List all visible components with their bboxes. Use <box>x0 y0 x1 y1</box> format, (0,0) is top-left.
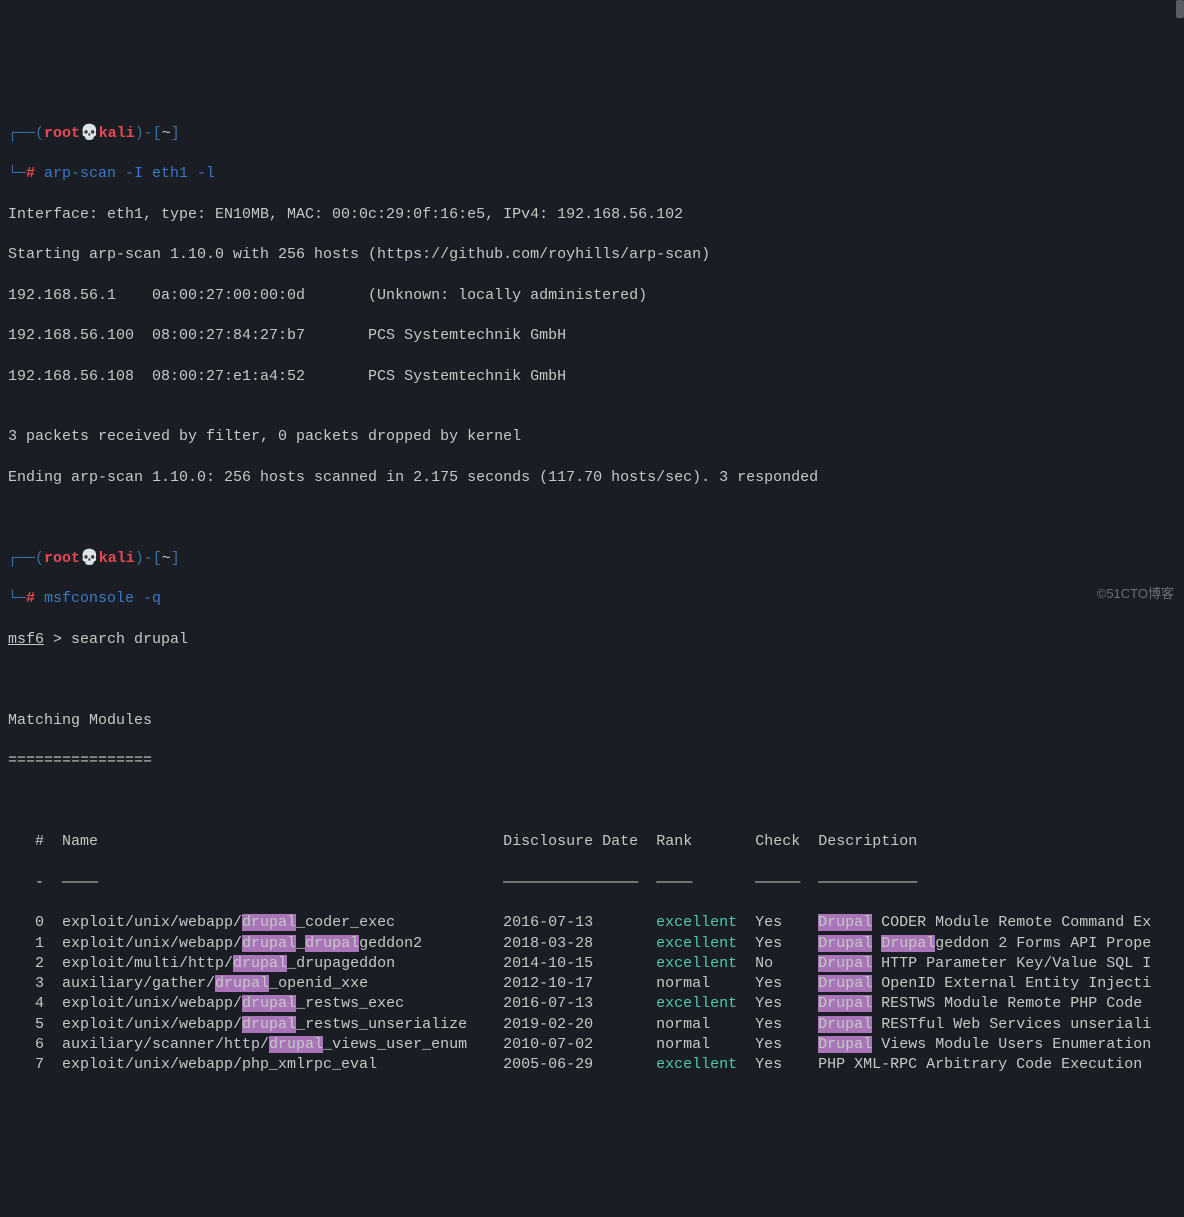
rank-value: excellent <box>656 1056 737 1073</box>
watermark: ©51CTO博客 <box>1097 585 1174 603</box>
table-row[interactable]: 1 exploit/unix/webapp/drupal_drupalgeddo… <box>8 934 1176 954</box>
table-header: # Name Disclosure Date Rank Check Descri… <box>8 832 1176 852</box>
msf-prompt: msf6 > search drupal <box>8 630 1176 650</box>
rank-value: normal <box>656 1016 710 1033</box>
col-check: Check <box>755 833 800 850</box>
match-highlight: drupal <box>269 1036 323 1053</box>
match-highlight: drupal <box>242 935 296 952</box>
col-date: Disclosure Date <box>503 833 638 850</box>
skull-icon: 💀 <box>80 125 99 142</box>
match-highlight: drupal <box>242 1016 296 1033</box>
prompt-user: root <box>44 125 80 142</box>
msf-command[interactable]: search drupal <box>71 631 188 648</box>
matching-underline: ================ <box>8 751 1176 771</box>
match-highlight: Drupal <box>818 975 872 992</box>
msf-gt: > <box>44 631 71 648</box>
prompt-line-4: └─# msfconsole -q <box>8 589 1176 609</box>
prompt-close3: )-[ <box>135 550 162 567</box>
matching-title: Matching Modules <box>8 711 1176 731</box>
match-highlight: drupal <box>215 975 269 992</box>
prompt-bracket: ] <box>171 125 180 142</box>
prompt-bracket2: ] <box>171 550 180 567</box>
ul-name: ———— <box>62 874 98 891</box>
match-highlight: Drupal <box>818 995 872 1012</box>
match-highlight: drupal <box>242 914 296 931</box>
table-underline: - ———— ——————————————— ———— ————— ——————… <box>8 873 1176 893</box>
match-highlight: Drupal <box>818 1036 872 1053</box>
rank-value: excellent <box>656 935 737 952</box>
ul-num: - <box>35 874 44 891</box>
table-row[interactable]: 4 exploit/unix/webapp/drupal_restws_exec… <box>8 994 1176 1014</box>
table-row[interactable]: 5 exploit/unix/webapp/drupal_restws_unse… <box>8 1015 1176 1035</box>
table-row[interactable]: 0 exploit/unix/webapp/drupal_coder_exec … <box>8 913 1176 933</box>
table-row[interactable]: 2 exploit/multi/http/drupal_drupageddon … <box>8 954 1176 974</box>
rank-value: normal <box>656 975 710 992</box>
prompt-corner3: ┌──( <box>8 550 44 567</box>
prompt-close: )-[ <box>135 125 162 142</box>
rank-value: excellent <box>656 995 737 1012</box>
command-msfconsole[interactable]: msfconsole -q <box>35 590 161 607</box>
arp-output-5: 192.168.56.108 08:00:27:e1:a4:52 PCS Sys… <box>8 367 1176 387</box>
match-highlight: Drupal <box>818 935 872 952</box>
skull-icon2: 💀 <box>80 550 99 567</box>
match-highlight: Drupal <box>818 955 872 972</box>
col-desc: Description <box>818 833 917 850</box>
blank-2 <box>8 670 1176 690</box>
table-row[interactable]: 3 auxiliary/gather/drupal_openid_xxe 201… <box>8 974 1176 994</box>
command-arpscan[interactable]: arp-scan -I eth1 -l <box>35 165 215 182</box>
prompt-line-1: ┌──(root💀kali)-[~] <box>8 124 1176 144</box>
prompt-corner: ┌──( <box>8 125 44 142</box>
col-name: Name <box>62 833 98 850</box>
prompt-path: ~ <box>162 125 171 142</box>
ul-rank: ———— <box>656 874 692 891</box>
ul-desc: ——————————— <box>818 874 917 891</box>
blank-1 <box>8 508 1176 528</box>
arp-output-2: Starting arp-scan 1.10.0 with 256 hosts … <box>8 245 1176 265</box>
arp-output-4: 192.168.56.100 08:00:27:84:27:b7 PCS Sys… <box>8 326 1176 346</box>
match-highlight: drupal <box>233 955 287 972</box>
prompt-hash2: # <box>26 590 35 607</box>
arp-output-1: Interface: eth1, type: EN10MB, MAC: 00:0… <box>8 205 1176 225</box>
rank-value: excellent <box>656 914 737 931</box>
prompt-hash: # <box>26 165 35 182</box>
scrollbar[interactable] <box>1176 0 1184 18</box>
prompt-line-3: ┌──(root💀kali)-[~] <box>8 549 1176 569</box>
match-highlight: Drupal <box>818 914 872 931</box>
prompt-corner2: └─ <box>8 165 26 182</box>
ul-date: ——————————————— <box>503 874 638 891</box>
blank-3 <box>8 792 1176 812</box>
table-row[interactable]: 6 auxiliary/scanner/http/drupal_views_us… <box>8 1035 1176 1055</box>
col-rank: Rank <box>656 833 692 850</box>
match-highlight: drupal <box>305 935 359 952</box>
prompt-host2: kali <box>99 550 135 567</box>
match-highlight: Drupal <box>818 1016 872 1033</box>
prompt-user2: root <box>44 550 80 567</box>
prompt-corner4: └─ <box>8 590 26 607</box>
msf-label: msf6 <box>8 631 44 648</box>
match-highlight: Drupal <box>881 935 935 952</box>
prompt-path2: ~ <box>162 550 171 567</box>
ul-check: ————— <box>755 874 800 891</box>
table-row[interactable]: 7 exploit/unix/webapp/php_xmlrpc_eval 20… <box>8 1055 1176 1075</box>
prompt-host: kali <box>99 125 135 142</box>
arp-output-3: 192.168.56.1 0a:00:27:00:00:0d (Unknown:… <box>8 286 1176 306</box>
rank-value: excellent <box>656 955 737 972</box>
arp-output-8: Ending arp-scan 1.10.0: 256 hosts scanne… <box>8 468 1176 488</box>
match-highlight: drupal <box>242 995 296 1012</box>
module-rows: 0 exploit/unix/webapp/drupal_coder_exec … <box>8 913 1176 1075</box>
col-num: # <box>35 833 44 850</box>
arp-output-7: 3 packets received by filter, 0 packets … <box>8 427 1176 447</box>
prompt-line-2: └─# arp-scan -I eth1 -l <box>8 164 1176 184</box>
rank-value: normal <box>656 1036 710 1053</box>
